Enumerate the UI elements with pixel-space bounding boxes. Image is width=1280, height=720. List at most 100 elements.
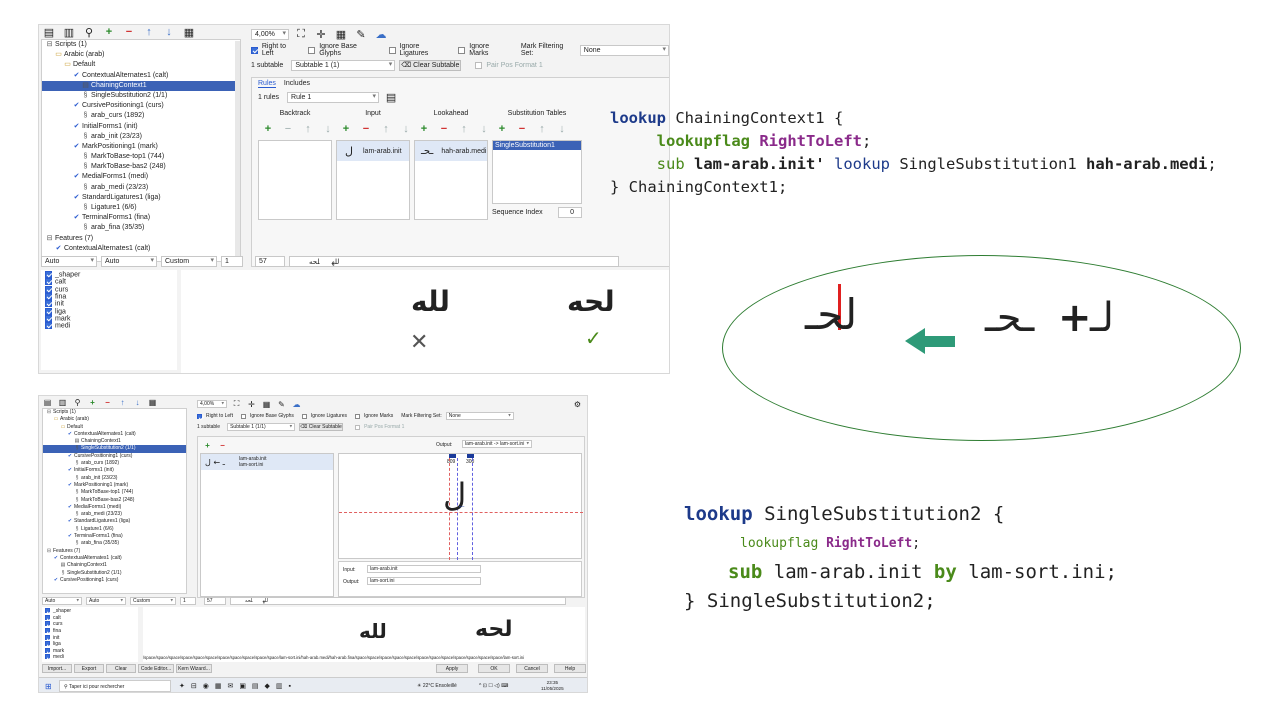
clear-subtable-button[interactable]: ⌫ Clear Subtable [399, 59, 462, 71]
remove-icon[interactable]: − [436, 121, 452, 137]
lookup-tree[interactable]: ⊟ Scripts (1) ▭ Arabic (arab) ▭ Default ✔ Conte… [41, 39, 241, 262]
list-item[interactable]: ـحـ hah-arab.medi [415, 141, 487, 161]
clear-subtable-button[interactable]: ⌫ Clear Subtable [299, 423, 344, 431]
feature-checkbox[interactable] [45, 614, 50, 620]
rtl-checkbox[interactable] [197, 413, 202, 419]
tree-item[interactable]: § SingleSubstitution2 (1/1) [42, 91, 240, 101]
output-select[interactable]: lam-arab.init -> lam-sort.ini ▾ [462, 440, 532, 448]
add-icon[interactable]: + [416, 121, 432, 137]
remove-icon[interactable]: − [280, 121, 296, 137]
fit-icon[interactable]: ⛶ [231, 399, 242, 410]
tree-item[interactable]: ⊟ Features (7) [43, 548, 186, 555]
zoom-select[interactable]: 4,00% ▾ [251, 28, 289, 40]
feature-checkbox[interactable] [45, 608, 50, 613]
tree-item[interactable]: § arab_fina (35/35) [43, 540, 186, 547]
size-stepper[interactable]: 57 [255, 255, 285, 267]
lookup-tree[interactable]: ⊟ Scripts (1) ▭ Arabic (arab) ▭ Default ✔ Conte… [42, 408, 187, 594]
tree-item[interactable]: ✔ MarkPositioning1 (mark) [42, 142, 240, 152]
tree-item[interactable]: § arab_medi (23/23) [43, 511, 186, 518]
tree-item[interactable]: § arab_fina (35/35) [42, 223, 240, 233]
new-feature-icon[interactable]: ▥ [57, 397, 68, 408]
kern-wizard-button[interactable]: Kern Wizard... [176, 664, 212, 673]
windows-start-icon[interactable]: ⊞ [45, 682, 52, 691]
new-script-icon[interactable]: ▤ [41, 25, 57, 40]
move-down-icon[interactable]: ↓ [132, 397, 143, 408]
backtrack-list[interactable] [258, 140, 332, 220]
taskbar-app-icons[interactable]: ✦⊟◉▦✉▣▤◆▥▪ [179, 682, 297, 690]
tree-item[interactable]: ▤ ChainingContext1 [42, 80, 240, 91]
feature-checkbox[interactable] [45, 627, 50, 633]
remove-icon[interactable]: − [358, 121, 374, 137]
table-menu-icon[interactable]: ▦ [181, 25, 197, 40]
move-up-icon[interactable]: ↑ [456, 121, 472, 137]
edit-icon[interactable]: ✎ [276, 399, 287, 410]
remove-icon[interactable]: − [102, 397, 113, 408]
add-icon[interactable]: + [101, 25, 117, 40]
feature-checkbox[interactable] [45, 293, 52, 301]
move-up-icon[interactable]: ↑ [378, 121, 394, 137]
script-select[interactable]: Auto ▾ [42, 596, 82, 605]
remove-icon[interactable]: − [121, 25, 137, 40]
tree-item[interactable]: ✔ ContextualAlternates1 (calt) [42, 71, 240, 81]
tree-item[interactable]: ✔ InitialForms1 (init) [42, 122, 240, 132]
tree-item[interactable]: § MarkToBase-top1 (744) [43, 489, 186, 496]
add-icon[interactable]: + [338, 121, 354, 137]
script-select[interactable]: Auto ▾ [41, 255, 97, 267]
move-up-icon[interactable]: ↑ [534, 121, 550, 137]
remove-icon[interactable]: − [217, 440, 228, 451]
feature-item[interactable]: mark [45, 315, 173, 322]
move-down-icon[interactable]: ↓ [320, 121, 336, 137]
tree-item[interactable]: § arab_init (23/23) [43, 475, 186, 482]
ignore-marks-checkbox[interactable] [458, 46, 466, 54]
tree-item[interactable]: ✔ InitialForms1 (init) [43, 467, 186, 474]
feature-checkbox[interactable] [45, 654, 50, 660]
tree-item[interactable]: ✔ CursivePositioning1 (curs) [42, 101, 240, 111]
add-icon[interactable]: + [87, 397, 98, 408]
feature-checkbox[interactable] [45, 300, 52, 308]
tree-item[interactable]: ✔ ContextualAlternates1 (calt) [42, 244, 240, 254]
move-down-icon[interactable]: ↓ [161, 25, 177, 40]
add-icon[interactable]: + [494, 121, 510, 137]
cloud-icon[interactable]: ☁ [373, 26, 389, 42]
count-stepper[interactable]: 1 [180, 596, 196, 605]
language-select[interactable]: Auto ▾ [101, 255, 157, 267]
move-up-icon[interactable]: ↑ [300, 121, 316, 137]
tree-item[interactable]: ✔ MedialForms1 (medi) [42, 172, 240, 182]
tree-item[interactable]: ⊟ Scripts (1) [42, 40, 240, 50]
rule-select[interactable]: Rule 1 ▾ [287, 91, 380, 103]
table-menu-icon[interactable]: ▦ [147, 397, 158, 408]
tree-item[interactable]: § arab_curs (1892) [43, 460, 186, 467]
feature-item[interactable]: liga [45, 307, 173, 315]
input-field[interactable]: lam-arab.init [367, 565, 481, 573]
edit-icon[interactable]: ✎ [353, 26, 369, 42]
tree-item[interactable]: § arab_init (23/23) [42, 132, 240, 142]
output-field[interactable]: lam-sort.ini [367, 577, 481, 585]
tree-item[interactable]: ▤ ChainingContext1 [43, 438, 186, 445]
tree-item[interactable]: ▭ Default [43, 424, 186, 431]
export-button[interactable]: Export [74, 664, 104, 673]
pair-pos-checkbox[interactable] [355, 424, 361, 430]
tree-item[interactable]: ✔ StandardLigatures1 (liga) [42, 193, 240, 203]
add-icon[interactable]: + [202, 440, 213, 451]
fit-icon[interactable]: ⛶ [293, 26, 309, 42]
feature-item[interactable]: init [45, 300, 173, 308]
tree-item[interactable]: ▭ Arabic (arab) [43, 416, 186, 423]
taskbar-search[interactable]: ⚲ Taper ici pour rechercher [59, 680, 171, 692]
tree-item[interactable]: § arab_curs (1892) [42, 111, 240, 121]
list-item[interactable]: ـ ← ل lam-arab.init lam-sort.ini [201, 454, 333, 470]
feature-checkbox[interactable] [45, 641, 50, 647]
tab-includes[interactable]: Includes [284, 80, 310, 88]
list-item[interactable]: SingleSubstitution1 [493, 141, 581, 150]
count-stepper[interactable]: 1 [221, 255, 243, 267]
tree-item[interactable]: § Ligature1 (6/6) [43, 526, 186, 533]
code-editor-button[interactable]: Code Editor... [138, 664, 174, 673]
tree-item[interactable]: ⊟ Scripts (1) [43, 409, 186, 416]
feature-checkbox[interactable] [45, 307, 52, 315]
clock[interactable]: 23:35 11/05/2025 [541, 680, 564, 692]
weather-widget[interactable]: ☀ 22°C Ensoleillé [417, 683, 457, 689]
pair-pos-checkbox[interactable] [475, 61, 483, 69]
new-feature-icon[interactable]: ▥ [61, 25, 77, 40]
zoom-select[interactable]: 4,00% ▾ [197, 400, 227, 408]
tree-item[interactable]: ▭ Arabic (arab) [42, 50, 240, 60]
move-down-icon[interactable]: ↓ [476, 121, 492, 137]
